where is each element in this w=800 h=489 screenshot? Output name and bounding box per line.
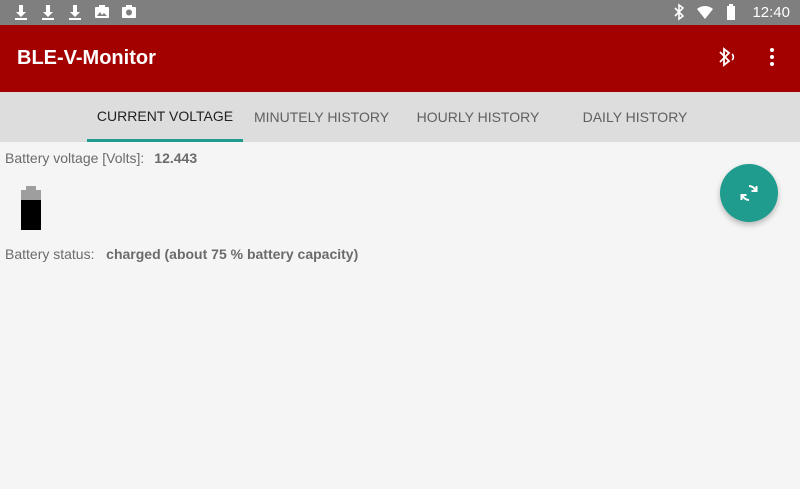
voltage-value: 12.443 [154,150,198,166]
download-icon [42,5,54,20]
bluetooth-connected-icon[interactable] [714,45,738,69]
voltage-row: Battery voltage [Volts]: 12.443 [5,150,197,166]
battery-fill [21,200,41,230]
notification-icons [12,3,138,21]
app-title: BLE-V-Monitor [17,47,156,69]
photo-icon [122,5,136,18]
refresh-icon [740,185,758,201]
clock: 12:40 [752,3,790,21]
status-bar: 12:40 [0,0,800,25]
tab-current-voltage[interactable]: CURRENT VOLTAGE [87,92,243,142]
download-icon [15,5,27,20]
battery-level-icon [21,186,41,230]
download-icon [69,5,81,20]
tab-daily-history[interactable]: DAILY HISTORY [560,92,710,142]
overflow-menu-icon[interactable] [760,45,784,69]
tab-bar: CURRENT VOLTAGE MINUTELY HISTORY HOURLY … [0,92,800,142]
battery-status-icon [727,4,736,20]
status-row: Battery status: charged (about 75 % batt… [5,246,358,262]
system-icons: 12:40 [670,3,790,21]
refresh-button[interactable] [720,164,778,222]
photo-icon [95,5,109,18]
current-voltage-panel: Battery voltage [Volts]: 12.443 Battery s… [0,142,800,489]
wifi-icon [697,5,714,19]
bluetooth-icon [674,3,685,21]
app-bar: BLE-V-Monitor [0,25,800,92]
tab-hourly-history[interactable]: HOURLY HISTORY [403,92,553,142]
status-value: charged (about 75 % battery capacity) [106,246,359,262]
app-bar-actions [714,45,784,69]
voltage-label: Battery voltage [Volts]: [5,150,145,166]
status-label: Battery status: [5,246,95,262]
tab-minutely-history[interactable]: MINUTELY HISTORY [245,92,398,142]
